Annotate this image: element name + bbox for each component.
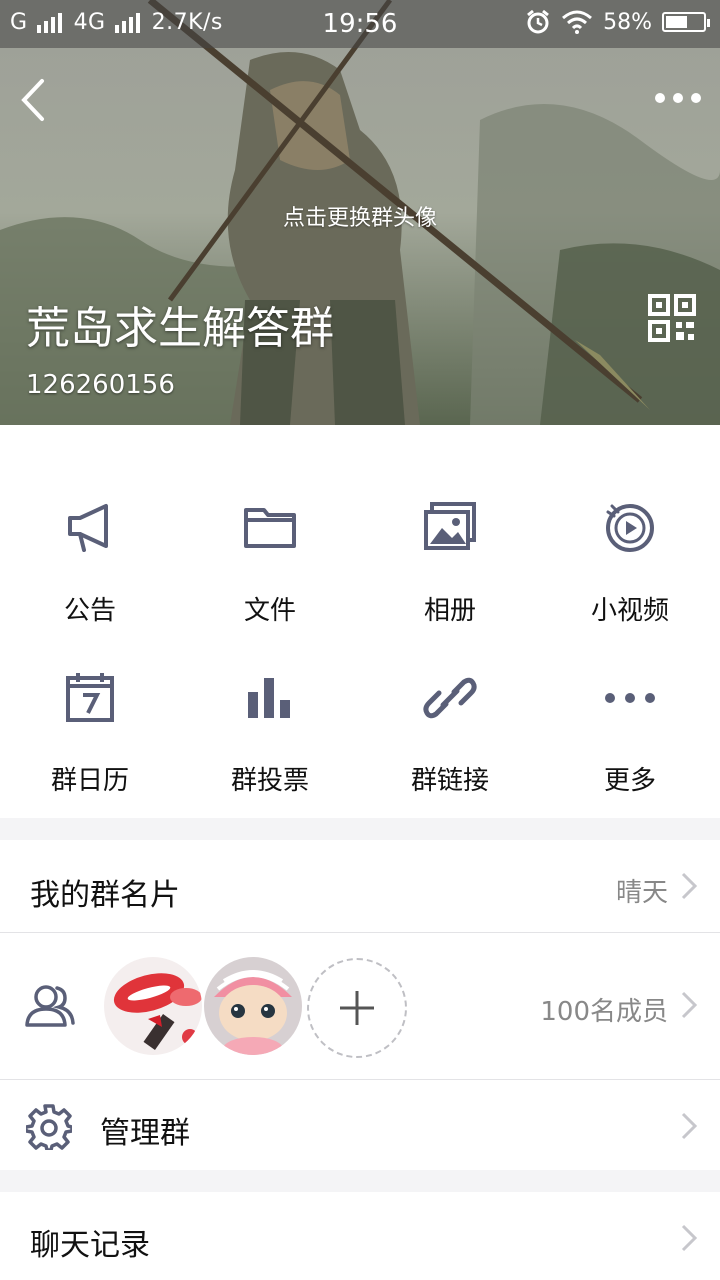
folder-icon	[244, 508, 296, 548]
chat-history-title: 聊天记录	[30, 1228, 150, 1263]
link-icon	[423, 677, 477, 719]
status-bar: G 4G 2.7K/s 19:56 58%	[0, 0, 720, 48]
my-group-card-value: 晴天	[615, 878, 668, 908]
group-profile-page: G 4G 2.7K/s 19:56 58% 点击更换群头像 荒岛求生解答群 12…	[0, 0, 720, 1280]
grid-item-label: 群投票	[230, 766, 309, 796]
chat-history-block: 聊天记录	[0, 1192, 720, 1280]
members-row[interactable]: 100名成员	[0, 933, 720, 1079]
chevron-right-icon	[681, 991, 698, 1019]
album-icon	[424, 502, 476, 550]
gear-icon	[26, 1104, 72, 1150]
alarm-icon	[527, 9, 550, 34]
grid-item-label: 更多	[603, 766, 656, 796]
members-icon	[25, 985, 75, 1027]
back-button[interactable]	[14, 75, 54, 125]
grid-item-announcement[interactable]: 公告	[0, 452, 180, 632]
settings-list: 我的群名片 晴天 100名成员 管理群	[0, 840, 720, 1170]
chevron-right-icon	[681, 872, 698, 900]
grid-item-short-video[interactable]: 小视频	[540, 452, 720, 632]
my-group-card-title: 我的群名片	[30, 878, 180, 913]
vote-chart-icon	[248, 678, 290, 718]
megaphone-icon	[68, 504, 108, 552]
more-dots-icon	[605, 693, 655, 703]
plus-icon	[340, 991, 374, 1025]
member-count: 100名成员	[540, 997, 668, 1027]
chevron-right-icon	[681, 1112, 698, 1140]
function-grid: 公告 文件 相册 小视频 群日历 群投票 群链接 更多	[0, 425, 720, 818]
add-member-button[interactable]	[307, 958, 407, 1058]
wifi-icon	[562, 10, 593, 34]
battery-fill	[666, 16, 687, 28]
more-options-button[interactable]	[654, 88, 702, 108]
member-avatar[interactable]	[204, 957, 302, 1055]
battery-percentage: 58%	[603, 9, 652, 35]
grid-item-label: 群日历	[50, 766, 129, 796]
chevron-right-icon	[681, 1224, 698, 1252]
change-avatar-hint[interactable]: 点击更换群头像	[0, 200, 720, 232]
member-avatar[interactable]	[104, 957, 202, 1055]
grid-item-calendar[interactable]: 群日历	[0, 622, 180, 802]
grid-item-label: 群链接	[410, 766, 489, 796]
grid-item-files[interactable]: 文件	[180, 452, 360, 632]
grid-item-link[interactable]: 群链接	[360, 622, 540, 802]
manage-group-title: 管理群	[100, 1116, 190, 1151]
calendar-icon	[66, 673, 114, 722]
group-header[interactable]: G 4G 2.7K/s 19:56 58% 点击更换群头像 荒岛求生解答群 12…	[0, 0, 720, 425]
video-icon	[606, 504, 654, 552]
chat-history-row[interactable]: 聊天记录	[0, 1192, 720, 1280]
group-id: 126260156	[26, 370, 175, 400]
my-group-card-row[interactable]: 我的群名片 晴天	[0, 840, 720, 932]
grid-item-more[interactable]: 更多	[540, 622, 720, 802]
manage-group-row[interactable]: 管理群	[0, 1080, 720, 1170]
grid-item-vote[interactable]: 群投票	[180, 622, 360, 802]
grid-item-album[interactable]: 相册	[360, 452, 540, 632]
qr-code-icon[interactable]	[648, 294, 696, 342]
battery-icon	[662, 12, 710, 32]
group-name: 荒岛求生解答群	[26, 303, 334, 354]
